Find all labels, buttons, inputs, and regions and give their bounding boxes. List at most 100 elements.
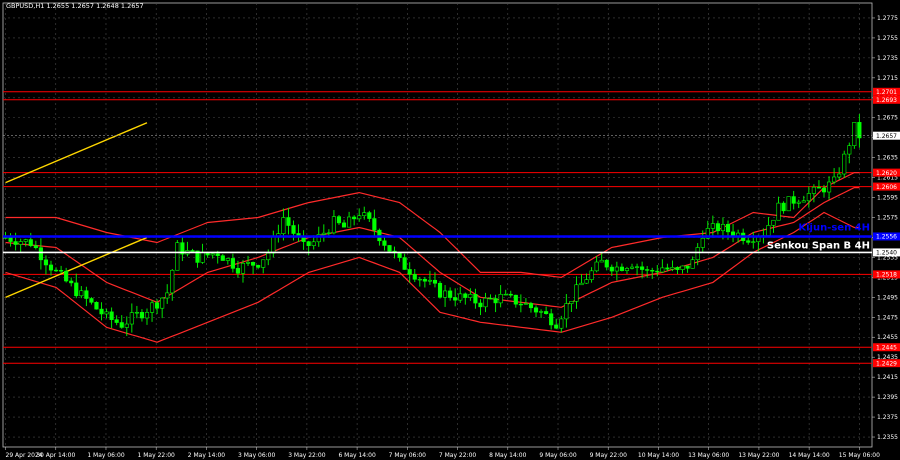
candle-body <box>225 258 230 261</box>
candle-body <box>397 252 402 258</box>
candle-body <box>64 270 69 282</box>
y-tick-label: 1.2755 <box>877 35 898 42</box>
candle-body <box>533 307 539 313</box>
candle-body <box>695 247 700 261</box>
candle-body <box>629 266 635 269</box>
candle-body <box>170 269 175 294</box>
candle-body <box>806 193 811 202</box>
candle-body <box>291 225 296 234</box>
candle-body <box>155 302 160 309</box>
candle-body <box>837 173 842 178</box>
x-tick-label: 6 May 14:00 <box>338 452 376 459</box>
candle-body <box>518 303 523 306</box>
candle-body <box>134 312 139 314</box>
candle-body <box>48 264 54 271</box>
candle-body <box>402 257 407 270</box>
candle-body <box>634 266 640 268</box>
senkou-tag-label: 1.2540 <box>876 250 897 257</box>
candle-body <box>417 278 422 281</box>
candle-body <box>43 259 49 266</box>
candle-body <box>245 262 251 264</box>
candle-body <box>559 318 564 329</box>
candle-body <box>821 187 827 193</box>
x-tick-label: 13 May 06:00 <box>688 452 729 459</box>
candle-body <box>357 215 362 220</box>
candle-body <box>190 250 195 252</box>
candle-body <box>599 259 604 263</box>
candle-body <box>200 251 205 263</box>
candle-body <box>427 279 432 282</box>
candle-body <box>149 302 155 313</box>
candle-body <box>665 267 670 270</box>
y-tick-label: 1.2355 <box>877 434 898 441</box>
candle-body <box>341 222 347 228</box>
y-tick-label: 1.2455 <box>877 334 898 341</box>
candle-body <box>235 268 241 274</box>
candle-body <box>94 301 99 310</box>
candle-body <box>13 241 18 245</box>
candle-body <box>215 253 220 256</box>
candle-body <box>478 302 483 308</box>
candle-body <box>609 266 614 272</box>
candle-body <box>670 267 675 270</box>
candle-body <box>594 261 599 272</box>
candle-body <box>781 202 786 212</box>
senkou-span-b-label: Senkou Span B 4H <box>767 240 870 251</box>
y-tick-label: 1.2415 <box>877 374 898 381</box>
candle-body <box>352 216 357 220</box>
candle-body <box>852 122 857 146</box>
y-tick-label: 1.2735 <box>877 55 898 62</box>
candle-body <box>720 223 726 232</box>
current-price-tag-label: 1.2657 <box>876 133 897 140</box>
candle-body <box>286 217 291 226</box>
candle-body <box>842 153 847 175</box>
candle-body <box>33 245 38 249</box>
candle-body <box>99 308 104 315</box>
candle-body <box>660 267 665 273</box>
x-tick-label: 13 May 22:00 <box>738 452 779 459</box>
kijun-sen-label: Kijun-sen 4H <box>798 222 870 233</box>
x-tick-label: 15 May 06:00 <box>839 452 880 459</box>
x-tick-label: 1 May 22:00 <box>138 452 176 459</box>
candle-body <box>53 269 59 272</box>
candle-body <box>690 259 695 269</box>
candle-body <box>771 219 776 226</box>
candle-body <box>751 241 756 243</box>
candle-body <box>74 282 79 297</box>
candle-body <box>498 293 503 304</box>
candle-body <box>832 176 837 183</box>
x-tick-label: 8 May 14:00 <box>489 452 527 459</box>
candle-body <box>84 290 89 299</box>
candle-body <box>791 196 796 204</box>
candle-body <box>847 145 852 155</box>
candle-body <box>321 232 326 235</box>
candle-body <box>432 279 438 284</box>
candle-body <box>700 237 705 248</box>
candle-body <box>569 301 574 304</box>
candle-body <box>756 236 761 243</box>
candle-body <box>382 240 387 246</box>
candle-body <box>564 303 569 320</box>
candle-body <box>271 235 276 254</box>
level-tag-label: 1.2429 <box>876 360 897 367</box>
x-tick-label: 10 May 14:00 <box>638 452 679 459</box>
candle-body <box>109 311 114 320</box>
candle-body <box>544 311 549 315</box>
chart-title: GBPUSD,H1 1.2655 1.2657 1.2648 1.2657 <box>6 2 144 10</box>
candle-body <box>38 247 43 261</box>
candle-body <box>306 241 311 246</box>
candle-body <box>18 241 23 245</box>
candle-body <box>23 239 28 242</box>
y-tick-label: 1.2575 <box>877 215 898 222</box>
candle-body <box>539 311 544 313</box>
candle-body <box>473 294 478 304</box>
x-tick-label: 7 May 22:00 <box>439 452 477 459</box>
candle-body <box>493 298 498 304</box>
candle-body <box>175 242 180 271</box>
candle-body <box>326 232 331 234</box>
candle-body <box>119 322 124 328</box>
candle-body <box>675 267 680 270</box>
candle-body <box>468 294 473 298</box>
candle-body <box>508 293 513 296</box>
kijun-tag-label: 1.2556 <box>876 234 897 241</box>
